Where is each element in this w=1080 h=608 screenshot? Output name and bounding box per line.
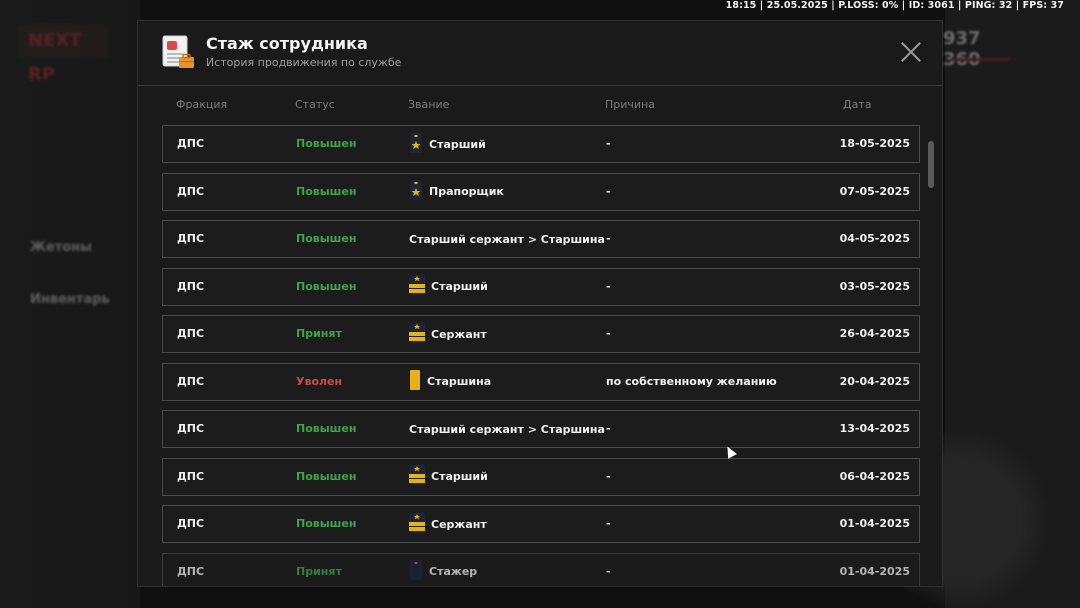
date-cell: 20-04-2025 [839,374,910,388]
reason-cell: по собственному желанию [606,374,777,388]
rank-cell: Стажер [409,560,478,583]
status-cell: Принят [296,564,342,578]
faction-cell: ДПС [177,137,205,150]
money-display: 937 360 [943,28,981,70]
reason-cell: - [606,517,611,530]
faction-cell: ДПС [177,517,205,530]
rank-label: Старший [431,280,488,293]
column-status: Статус [295,98,335,111]
rank-label: Старший сержант > Старшина [409,232,605,246]
date-cell: 04-05-2025 [839,232,910,245]
status-cell: Повышен [296,137,357,150]
rank-badge-icon [409,132,423,156]
rank-badge-icon [409,560,423,583]
table-row: ДПС Принят Сержант - 26-04-2025 [162,315,920,353]
rank-cell: Старший сержант > Старшина [409,229,605,249]
table-row: ДПС Повышен Старший - 06-04-2025 [162,457,920,496]
status-cell: Повышен [296,517,357,530]
column-faction: Фракция [176,98,228,111]
rank-badge-icon [409,275,425,298]
inventory-label: Инвентарь [30,292,110,307]
rank-label: Сержант [431,327,487,341]
table-row: ДПС Повышен Прапорщик - 07-05-2025 [162,172,920,211]
date-cell: 01-04-2025 [839,517,910,530]
table-header: Фракция Статус Звание Причина Дата [138,98,942,112]
reason-cell: - [606,137,611,150]
rank-cell: Старший [409,132,486,156]
rank-label: Старший [429,137,486,151]
reason-cell: - [606,422,611,435]
reason-cell: - [606,232,611,245]
date-cell: 13-04-2025 [839,422,910,435]
table-row: ДПС Уволен Старшина по собственному желанию… [162,362,920,401]
scrollbar-thumb[interactable] [928,141,934,188]
status-cell: Повышен [296,279,357,293]
table-row: ДПС Повышен Старший сержант > Старшина - 04-… [162,220,920,258]
rank-label: Старший [431,470,488,483]
faction-cell: ДПС [177,564,205,578]
document-briefcase-icon [162,35,194,68]
rank-cell: Сержант [409,512,487,536]
status-cell: Повышен [296,469,357,483]
date-cell: 18-05-2025 [839,137,910,150]
rank-label: Сержант [431,517,487,531]
faction-cell: ДПС [177,184,205,198]
table-row: ДПС Повышен Старший - 18-05-2025 [162,125,920,163]
column-rank: Звание [408,98,450,111]
status-cell: Уволен [296,374,343,388]
status-cell: Повышен [296,422,357,435]
faction-cell: ДПС [177,374,205,388]
faction-cell: ДПС [177,279,205,293]
reason-cell: - [606,327,611,340]
status-cell: Повышен [296,184,357,198]
table-row: ДПС Повышен Старший - 03-05-2025 [162,267,920,306]
date-cell: 06-04-2025 [839,469,910,483]
date-cell: 01-04-2025 [839,564,910,578]
modal-header: Стаж сотрудника История продвижения по с… [138,21,942,86]
rank-label: Старшина [427,375,492,388]
rank-badge-icon [409,180,423,203]
column-reason: Причина [605,98,655,111]
reason-cell: - [606,279,611,293]
date-cell: 26-04-2025 [839,327,910,340]
rank-label: Стажер [429,565,478,578]
rank-cell: Сержант [409,322,487,346]
close-icon[interactable] [900,41,922,63]
logo: NEXT RP [18,24,108,85]
faction-cell: ДПС [177,422,205,435]
faction-cell: ДПС [177,232,205,245]
rank-badge-icon [409,512,425,536]
reason-cell: - [606,564,611,578]
rank-label: Прапорщик [429,185,504,198]
status-cell: Повышен [296,232,357,245]
rank-cell: Прапорщик [409,180,504,203]
status-cell: Принят [296,327,342,340]
modal-subtitle: История продвижения по службе [206,56,402,69]
rank-badge-icon [409,370,421,393]
table-row: ДПС Повышен Старший сержант > Старшина - 13-… [162,410,920,448]
date-cell: 07-05-2025 [839,184,910,198]
column-date: Дата [843,98,872,111]
rank-cell: Старший [409,465,488,488]
faction-cell: ДПС [177,469,205,483]
reason-cell: - [606,184,611,198]
employee-service-modal: Стаж сотрудника История продвижения по с… [137,20,943,587]
table-row: ДПС Повышен Сержант - 01-04-2025 [162,505,920,543]
background-right-panel: 937 360 [943,0,1080,608]
rank-badge-icon [409,465,425,488]
rank-badge-icon [409,322,425,346]
rank-cell: Старший сержант > Старшина [409,419,605,439]
faction-cell: ДПС [177,327,205,340]
health-bar [950,58,1010,61]
rank-cell: Старшина [409,370,492,393]
tokens-label: Жетоны [30,240,92,255]
reason-cell: - [606,469,611,483]
status-hud: 18:15 | 25.05.2025 | P.LOSS: 0% | ID: 30… [725,0,1064,11]
modal-title: Стаж сотрудника [206,34,368,53]
table-row: ДПС Принят Стажер - 01-04-2025 [162,552,920,586]
rank-label: Старший сержант > Старшина [409,422,605,436]
date-cell: 03-05-2025 [839,279,910,293]
background-left-panel: NEXT RP Жетоны Инвентарь [0,0,137,608]
rank-cell: Старший [409,275,488,298]
